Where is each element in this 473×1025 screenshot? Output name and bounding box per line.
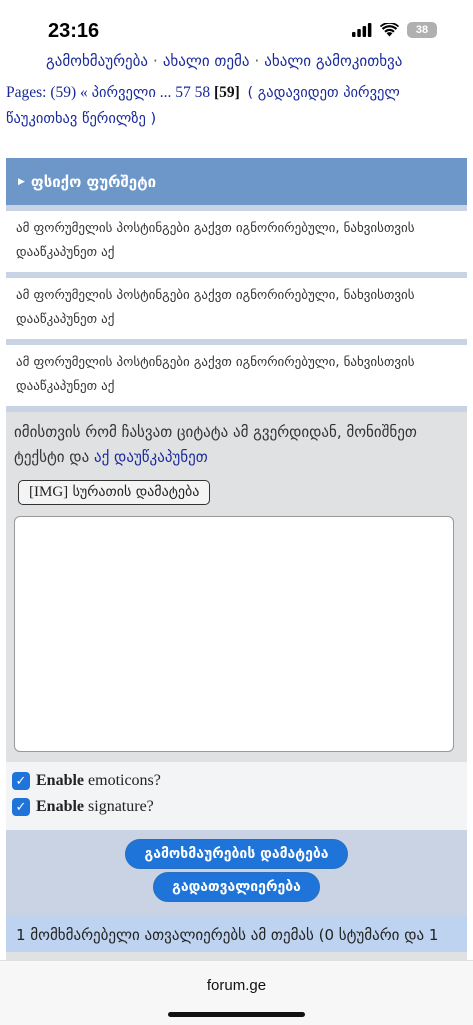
- category-title: ფსიქო ფურშეტი: [30, 172, 157, 191]
- quote-hint-text: იმისთვის რომ ჩასვათ ციტატა ამ გვერდიდან,…: [14, 423, 417, 466]
- reply-buttons: გამოხმაურების დამატება გადათვალიერება: [6, 830, 467, 915]
- enable-emoticons-option[interactable]: ✓ Enable emoticons?: [12, 768, 461, 794]
- category-header[interactable]: ▶ ფსიქო ფურშეტი: [6, 158, 467, 205]
- add-image-button[interactable]: [IMG] სურათის დამატება: [18, 480, 211, 505]
- wifi-icon: [380, 23, 399, 37]
- quote-hint: იმისთვის რომ ჩასვათ ციტატა ამ გვერდიდან,…: [14, 420, 459, 470]
- current-page: [59]: [213, 84, 240, 101]
- triangle-right-icon: ▶: [18, 176, 25, 187]
- img-tag-label: [IMG]: [29, 484, 69, 500]
- ignored-post[interactable]: ამ ფორუმელის პოსტინგები გაქვთ იგნორირებუ…: [6, 345, 467, 406]
- battery-icon: 38: [407, 22, 437, 38]
- emoticons-checkbox[interactable]: ✓: [12, 772, 30, 790]
- ignored-post[interactable]: ამ ფორუმელის პოსტინგები გაქვთ იგნორირებუ…: [6, 278, 467, 339]
- signature-label-bold: Enable: [36, 798, 85, 815]
- enable-signature-option[interactable]: ✓ Enable signature?: [12, 794, 461, 820]
- quote-link[interactable]: აქ დაუწკაპუნეთ: [94, 448, 208, 466]
- post-options: ✓ Enable emoticons? ✓ Enable signature?: [6, 762, 467, 830]
- quick-reply-box: იმისთვის რომ ჩასვათ ციტატა ამ გვერდიდან,…: [6, 412, 467, 762]
- preview-button[interactable]: გადათვალიერება: [153, 872, 320, 902]
- pagination: Pages: (59) « პირველი ... 57 58 [59] ( გ…: [6, 80, 466, 132]
- page-57-link[interactable]: 57: [175, 84, 191, 101]
- signature-label: signature?: [88, 798, 154, 815]
- nav-separator: ·: [153, 52, 158, 70]
- new-poll-link[interactable]: ახალი გამოკითხვა: [264, 52, 402, 70]
- new-topic-link[interactable]: ახალი თემა: [163, 52, 250, 70]
- nav-separator: ·: [254, 52, 260, 70]
- url-text: forum.ge: [206, 977, 267, 994]
- status-bar: 23:16 38: [0, 0, 473, 60]
- pages-ellipsis: ...: [159, 84, 172, 101]
- browser-url-bar[interactable]: forum.ge: [0, 960, 473, 1025]
- page-58-link[interactable]: 58: [195, 84, 211, 101]
- status-time: 23:16: [48, 20, 100, 42]
- pages-label: Pages: (59) «: [6, 84, 88, 101]
- reply-textarea[interactable]: [14, 516, 454, 752]
- add-reply-button[interactable]: გამოხმაურების დამატება: [125, 839, 348, 869]
- ignored-post[interactable]: ამ ფორუმელის პოსტინგები გაქვთ იგნორირებუ…: [6, 211, 467, 272]
- add-image-label: სურათის დამატება: [72, 484, 200, 500]
- first-page-link[interactable]: პირველი: [92, 85, 156, 101]
- home-indicator: [168, 1012, 305, 1017]
- topic-actions-nav: გამოხმაურება · ახალი თემა · ახალი გამოკითხვა: [46, 52, 402, 70]
- signal-icon: [352, 23, 372, 37]
- status-icons: 38: [352, 22, 437, 38]
- forum-table: ▶ ფსიქო ფურშეტი ამ ფორუმელის პოსტინგები …: [6, 158, 467, 981]
- emoticons-label-bold: Enable: [36, 772, 85, 789]
- signature-checkbox[interactable]: ✓: [12, 798, 30, 816]
- reply-link[interactable]: გამოხმაურება: [46, 52, 148, 70]
- emoticons-label: emoticons?: [88, 772, 161, 789]
